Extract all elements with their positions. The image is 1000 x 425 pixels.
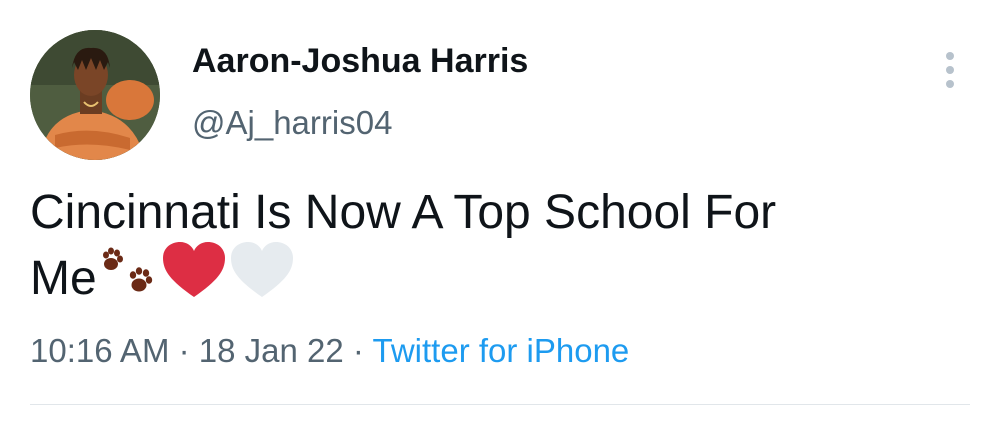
- red-heart-icon: [161, 241, 227, 317]
- more-dot-icon: [946, 80, 954, 88]
- more-dot-icon: [946, 66, 954, 74]
- divider: [30, 404, 970, 405]
- avatar[interactable]: [30, 30, 160, 160]
- more-dot-icon: [946, 52, 954, 60]
- user-handle[interactable]: @Aj_harris04: [192, 104, 392, 142]
- avatar-image: [30, 30, 160, 160]
- tweet-text-line-1: Cincinnati Is Now A Top School For: [30, 186, 777, 239]
- tweet-date[interactable]: 18 Jan 22: [199, 332, 344, 369]
- meta-separator: ·: [352, 332, 364, 369]
- tweet-text-me: Me: [30, 252, 97, 305]
- tweet-time[interactable]: 10:16 AM: [30, 332, 169, 369]
- tweet-text: Cincinnati Is Now A Top School For Me: [30, 180, 970, 312]
- meta-separator: ·: [178, 332, 190, 369]
- more-options-button[interactable]: [930, 44, 970, 92]
- paw-prints-icon: [99, 242, 159, 316]
- white-heart-icon: [229, 241, 295, 317]
- tweet-source-link[interactable]: Twitter for iPhone: [373, 332, 630, 369]
- display-name[interactable]: Aaron-Joshua Harris: [192, 42, 528, 81]
- tweet-card: Aaron-Joshua Harris @Aj_harris04 Cincinn…: [0, 0, 1000, 425]
- tweet-text-line-2: Me: [30, 242, 970, 312]
- tweet-metadata: 10:16 AM · 18 Jan 22 · Twitter for iPhon…: [30, 332, 629, 370]
